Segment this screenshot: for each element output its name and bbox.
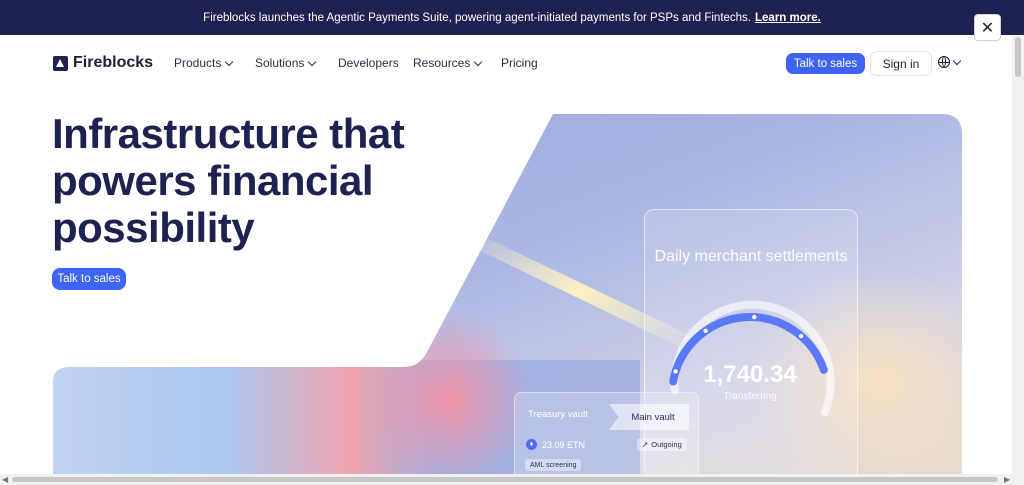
arrow-up-right-icon: ↗ bbox=[642, 440, 649, 449]
vertical-scrollbar[interactable] bbox=[1012, 35, 1024, 474]
scroll-left-icon[interactable]: ◀ bbox=[2, 475, 8, 484]
settlement-status: Transferring bbox=[723, 391, 777, 402]
settlement-card-title: Daily merchant settlements bbox=[654, 248, 848, 265]
token-icon: ♦ bbox=[526, 439, 537, 450]
scrollbar-thumb[interactable] bbox=[12, 477, 998, 482]
token-amount: ♦ 23.09 ETN bbox=[526, 439, 585, 450]
hero-title: Infrastructure that powers financial pos… bbox=[52, 110, 405, 251]
aml-tag: AML screening bbox=[525, 459, 582, 471]
horizontal-scrollbar[interactable]: ◀ ▶ bbox=[0, 474, 1024, 485]
vault-to-label: Main vault bbox=[609, 404, 689, 430]
token-amount-text: 23.09 ETN bbox=[542, 439, 586, 450]
vault-from-label: Treasury vault bbox=[528, 409, 588, 420]
scrollbar-thumb[interactable] bbox=[1015, 37, 1021, 77]
scroll-right-icon[interactable]: ▶ bbox=[1004, 475, 1010, 484]
direction-label: Outgoing bbox=[651, 440, 682, 449]
settlement-amount: 1,740.34 bbox=[703, 361, 797, 388]
hero-talk-to-sales-button[interactable]: Talk to sales bbox=[52, 268, 126, 290]
direction-badge: ↗ Outgoing bbox=[637, 438, 687, 451]
